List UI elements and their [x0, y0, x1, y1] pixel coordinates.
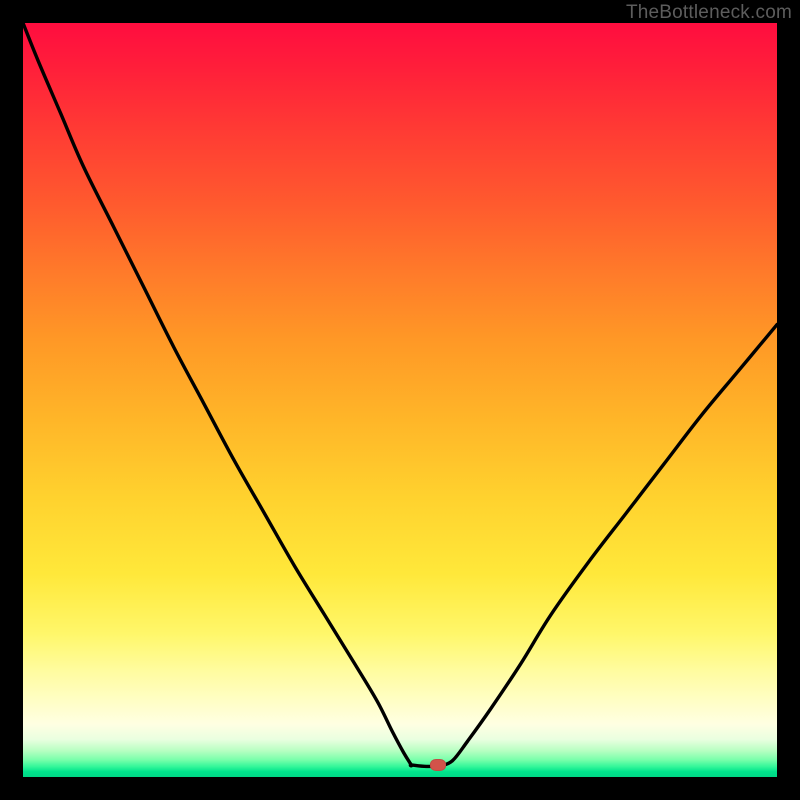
chart-plot-area — [23, 23, 777, 777]
optimum-marker — [430, 759, 446, 771]
chart-frame: TheBottleneck.com — [0, 0, 800, 800]
curve-path — [23, 23, 777, 766]
watermark-text: TheBottleneck.com — [626, 2, 792, 24]
bottleneck-curve — [23, 23, 777, 777]
